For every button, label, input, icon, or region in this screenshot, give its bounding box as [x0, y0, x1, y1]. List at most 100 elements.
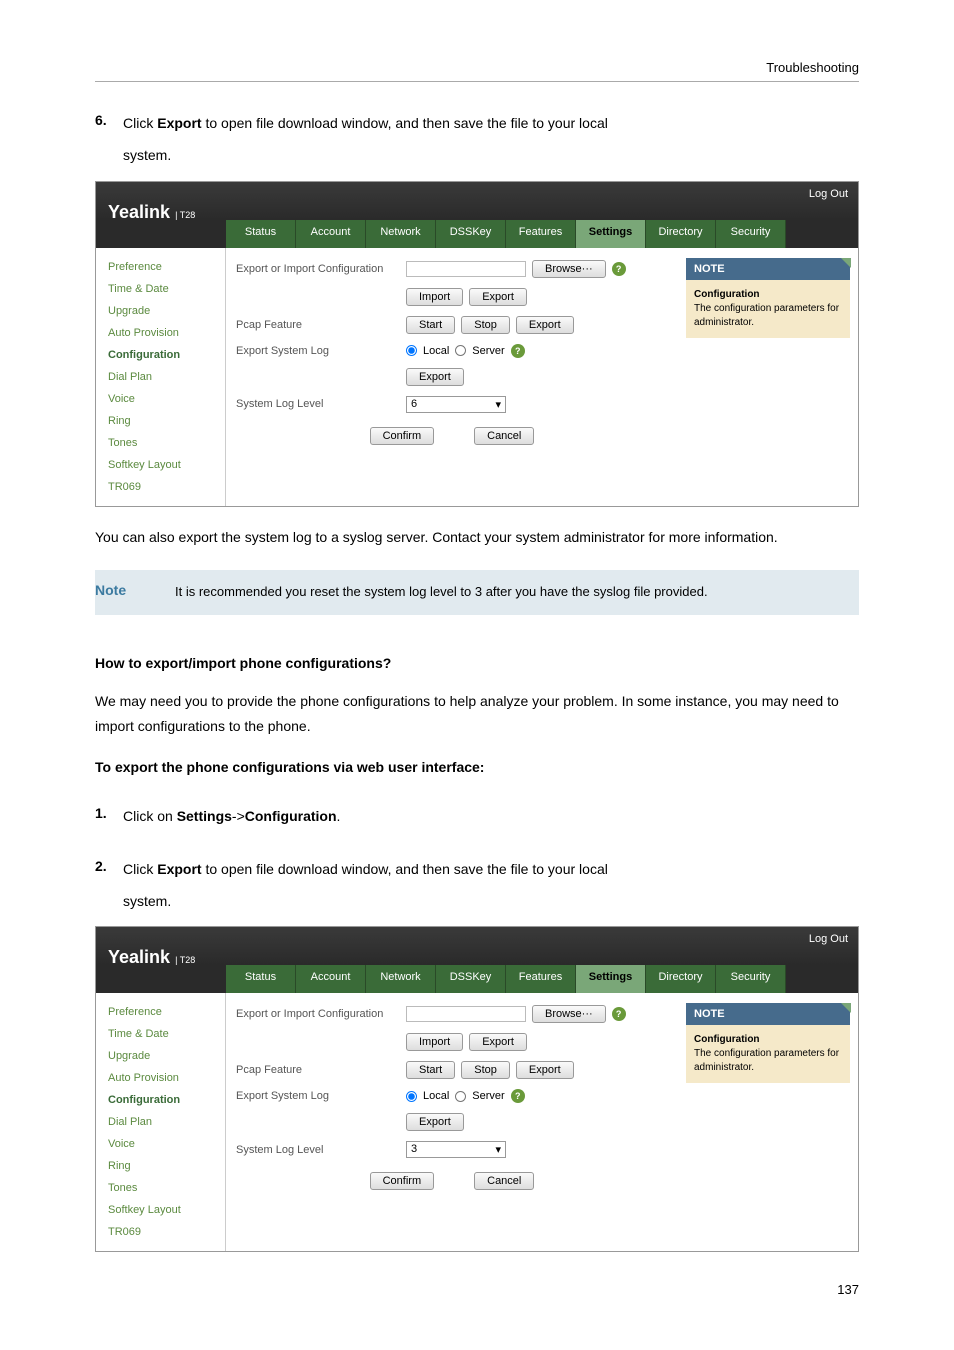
- tab-status[interactable]: Status: [226, 220, 296, 248]
- stop-button[interactable]: Stop: [461, 1061, 510, 1079]
- sidebar-item-tr069[interactable]: TR069: [96, 476, 225, 498]
- header-divider: [95, 81, 859, 82]
- note-header: NOTE: [686, 1003, 850, 1025]
- cancel-button[interactable]: Cancel: [474, 1172, 534, 1190]
- browse-button[interactable]: Browse···: [532, 260, 606, 278]
- tab-settings[interactable]: Settings: [576, 220, 646, 248]
- tab-features[interactable]: Features: [506, 965, 576, 993]
- step-text: Click Export to open file download windo…: [123, 112, 608, 134]
- logout-link[interactable]: Log Out: [809, 188, 848, 200]
- file-input[interactable]: [406, 1006, 526, 1022]
- right-panel: NOTE Configuration The configuration par…: [678, 993, 858, 1251]
- label-syslog: Export System Log: [236, 1090, 406, 1102]
- sidebar-item-upgrade[interactable]: Upgrade: [96, 1045, 225, 1067]
- sidebar-item-configuration[interactable]: Configuration: [96, 344, 225, 366]
- sidebar-item-preference[interactable]: Preference: [96, 1001, 225, 1023]
- file-input[interactable]: [406, 261, 526, 277]
- label-loglevel: System Log Level: [236, 1144, 406, 1156]
- sidebar-item-dialplan[interactable]: Dial Plan: [96, 1111, 225, 1133]
- tab-security[interactable]: Security: [716, 220, 786, 248]
- sidebar-item-softkey[interactable]: Softkey Layout: [96, 454, 225, 476]
- tab-directory[interactable]: Directory: [646, 965, 716, 993]
- tab-security[interactable]: Security: [716, 965, 786, 993]
- tab-dsskey[interactable]: DSSKey: [436, 220, 506, 248]
- tab-dsskey[interactable]: DSSKey: [436, 965, 506, 993]
- loglevel-select[interactable]: 6 ▾: [406, 396, 506, 413]
- export-button[interactable]: Export: [469, 288, 527, 306]
- import-button[interactable]: Import: [406, 288, 463, 306]
- label-pcap: Pcap Feature: [236, 319, 406, 331]
- right-panel: NOTE Configuration The configuration par…: [678, 248, 858, 506]
- sidebar-item-upgrade[interactable]: Upgrade: [96, 300, 225, 322]
- sidebar-item-dialplan[interactable]: Dial Plan: [96, 366, 225, 388]
- step-number: 6.: [95, 112, 123, 134]
- radio-local[interactable]: [406, 1091, 417, 1102]
- confirm-button[interactable]: Confirm: [370, 1172, 435, 1190]
- radio-server-label: Server: [472, 1090, 504, 1102]
- export-button[interactable]: Export: [469, 1033, 527, 1051]
- help-icon[interactable]: ?: [612, 1007, 626, 1021]
- ui-screenshot-1: Log Out Yealink | T28 Status Account Net…: [95, 181, 859, 507]
- sidebar-item-ring[interactable]: Ring: [96, 1155, 225, 1177]
- step-number: 2.: [95, 858, 123, 880]
- syslog-export-button[interactable]: Export: [406, 368, 464, 386]
- tab-features[interactable]: Features: [506, 220, 576, 248]
- sidebar: Preference Time & Date Upgrade Auto Prov…: [96, 993, 226, 1251]
- sidebar-item-softkey[interactable]: Softkey Layout: [96, 1199, 225, 1221]
- help-icon[interactable]: ?: [511, 1089, 525, 1103]
- sidebar-item-autoprovision[interactable]: Auto Provision: [96, 322, 225, 344]
- sidebar-item-configuration[interactable]: Configuration: [96, 1089, 225, 1111]
- step-6: 6. Click Export to open file download wi…: [95, 112, 859, 134]
- tab-account[interactable]: Account: [296, 220, 366, 248]
- step-text: Click on Settings->Configuration.: [123, 805, 340, 827]
- loglevel-select[interactable]: 3 ▾: [406, 1141, 506, 1158]
- sidebar-item-voice[interactable]: Voice: [96, 388, 225, 410]
- sidebar-item-voice[interactable]: Voice: [96, 1133, 225, 1155]
- note-label: Note: [95, 570, 175, 615]
- start-button[interactable]: Start: [406, 1061, 455, 1079]
- tab-account[interactable]: Account: [296, 965, 366, 993]
- page-header: Troubleshooting: [95, 60, 859, 81]
- sidebar: Preference Time & Date Upgrade Auto Prov…: [96, 248, 226, 506]
- radio-local[interactable]: [406, 345, 417, 356]
- tab-status[interactable]: Status: [226, 965, 296, 993]
- help-icon[interactable]: ?: [612, 262, 626, 276]
- start-button[interactable]: Start: [406, 316, 455, 334]
- stop-button[interactable]: Stop: [461, 316, 510, 334]
- tab-directory[interactable]: Directory: [646, 220, 716, 248]
- tab-network[interactable]: Network: [366, 965, 436, 993]
- sidebar-item-timedate[interactable]: Time & Date: [96, 278, 225, 300]
- sidebar-item-tones[interactable]: Tones: [96, 1177, 225, 1199]
- main-panel: Export or Import Configuration Browse···…: [226, 993, 678, 1251]
- radio-local-label: Local: [423, 1090, 449, 1102]
- ui-screenshot-2: Log Out Yealink | T28 Status Account Net…: [95, 926, 859, 1252]
- syslog-export-button[interactable]: Export: [406, 1113, 464, 1131]
- cancel-button[interactable]: Cancel: [474, 427, 534, 445]
- radio-server-label: Server: [472, 345, 504, 357]
- radio-server[interactable]: [455, 1091, 466, 1102]
- tab-settings[interactable]: Settings: [576, 965, 646, 993]
- sub-heading: To export the phone configurations via w…: [95, 759, 859, 775]
- sidebar-item-preference[interactable]: Preference: [96, 256, 225, 278]
- sidebar-item-ring[interactable]: Ring: [96, 410, 225, 432]
- confirm-button[interactable]: Confirm: [370, 427, 435, 445]
- pcap-export-button[interactable]: Export: [516, 1061, 574, 1079]
- browse-button[interactable]: Browse···: [532, 1005, 606, 1023]
- label-export-import: Export or Import Configuration: [236, 263, 406, 275]
- step-number: 1.: [95, 805, 123, 827]
- label-export-import: Export or Import Configuration: [236, 1008, 406, 1020]
- pcap-export-button[interactable]: Export: [516, 316, 574, 334]
- sidebar-item-tones[interactable]: Tones: [96, 432, 225, 454]
- tab-network[interactable]: Network: [366, 220, 436, 248]
- section-heading: How to export/import phone configuration…: [95, 655, 859, 671]
- sidebar-item-autoprovision[interactable]: Auto Provision: [96, 1067, 225, 1089]
- sidebar-item-tr069[interactable]: TR069: [96, 1221, 225, 1243]
- logout-link[interactable]: Log Out: [809, 933, 848, 945]
- logo: Yealink | T28: [108, 202, 195, 223]
- radio-server[interactable]: [455, 345, 466, 356]
- step-1: 1. Click on Settings->Configuration.: [95, 805, 859, 827]
- sidebar-item-timedate[interactable]: Time & Date: [96, 1023, 225, 1045]
- import-button[interactable]: Import: [406, 1033, 463, 1051]
- help-icon[interactable]: ?: [511, 344, 525, 358]
- step-2: 2. Click Export to open file download wi…: [95, 858, 859, 880]
